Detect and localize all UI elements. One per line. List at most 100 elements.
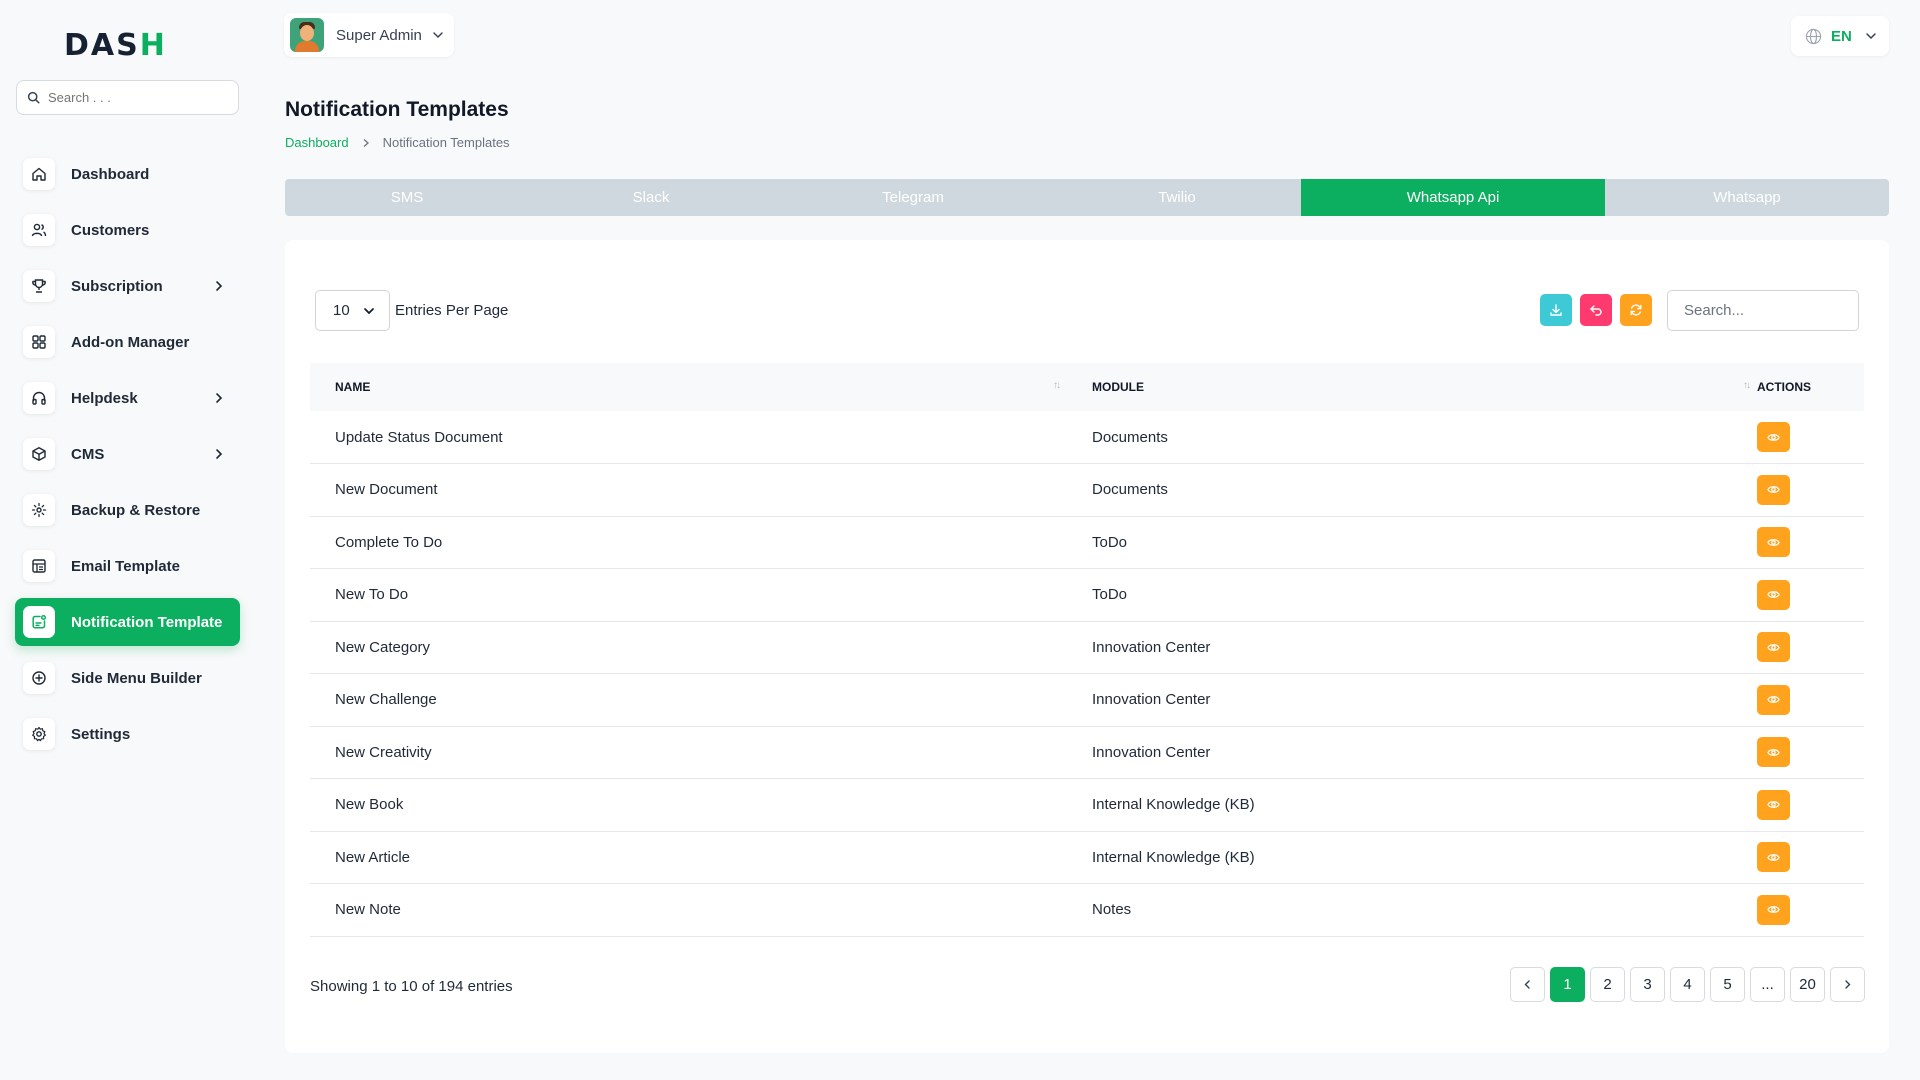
column-header-actions: ACTIONS [1757,380,1811,394]
sidebar-item-notification-template[interactable]: Notification Template [15,598,240,646]
sidebar-item-subscription[interactable]: Subscription [15,262,240,310]
row-name: New Article [335,848,411,866]
row-actions [1757,779,1864,832]
breadcrumb-current: Notification Templates [382,135,510,150]
brand-logo[interactable]: DASH [64,28,167,63]
undo-icon [1590,305,1602,316]
page-button[interactable]: 5 [1710,967,1745,1002]
column-header-name[interactable]: NAME ↑↓ [310,363,1067,411]
table-search-input[interactable] [1667,290,1859,331]
language-selector[interactable]: EN [1791,16,1889,56]
breadcrumb-dashboard-link[interactable]: Dashboard [285,135,349,150]
row-actions [1757,411,1864,464]
sidebar-search-input[interactable] [48,90,218,105]
trophy-icon [23,270,55,302]
view-button[interactable] [1757,684,1790,715]
row-module: Innovation Center [1092,743,1211,761]
row-actions [1757,621,1864,674]
sidebar-search[interactable] [16,80,239,115]
row-name: New Document [335,481,438,499]
row-actions [1757,674,1864,727]
sidebar-item-side-menu-builder[interactable]: Side Menu Builder [15,654,240,702]
table-row: New Document Documents [310,464,1864,516]
chevron-down-icon [1866,33,1876,40]
sidebar-item-label: CMS [71,445,105,463]
templates-card: 10 Entries Per Page NAME↑↓ MODULE↑↓ ACTI… [285,240,1889,1053]
notification-icon [23,606,55,638]
pagination: 1 2 3 4 5... 20 [1510,967,1865,1002]
row-name: New Category [335,638,431,656]
view-button[interactable] [1757,474,1790,505]
row-actions [1757,569,1864,622]
page-button[interactable]: 2 [1590,967,1625,1002]
row-actions [1757,884,1864,937]
tab-slack[interactable]: Slack [529,179,773,216]
chevron-right-icon [216,281,223,291]
sidebar-item-label: Add-on Manager [71,333,190,351]
view-button[interactable] [1757,632,1790,663]
user-menu[interactable]: Super Admin [284,13,454,57]
view-button[interactable] [1757,527,1790,558]
export-button[interactable] [1540,294,1572,326]
page-button[interactable]: 1 [1550,967,1585,1002]
row-module: ToDo [1092,533,1128,551]
row-name: New Challenge [335,691,437,709]
tab-whatsapp-api[interactable]: Whatsapp Api [1301,179,1605,216]
sidebar-item-label: Side Menu Builder [71,669,202,687]
sidebar-item-email-template[interactable]: Email Template [15,542,240,590]
eye-icon [1767,591,1780,599]
view-button[interactable] [1757,789,1790,820]
eye-icon [1767,538,1780,546]
eye-icon [1767,748,1780,756]
chevron-down-icon [433,32,443,39]
row-module: Internal Knowledge (KB) [1092,796,1255,814]
download-icon [1550,304,1562,316]
search-icon [27,91,40,104]
chevron-left-icon [1524,980,1530,989]
sidebar-item-add-on-manager[interactable]: Add-on Manager [15,318,240,366]
row-module: Documents [1092,428,1168,446]
prev-page-button[interactable] [1510,967,1545,1002]
tab-twilio[interactable]: Twilio [1053,179,1301,216]
entries-per-page-select[interactable]: 10 [315,290,390,331]
eye-icon [1767,801,1780,809]
plus-circle-icon [23,662,55,694]
sidebar-item-backup-restore[interactable]: Backup & Restore [15,486,240,534]
sort-icon: ↑↓ [1053,380,1061,391]
row-actions [1757,831,1864,884]
sidebar-item-dashboard[interactable]: Dashboard [15,150,240,198]
sidebar-item-label: Subscription [71,277,163,295]
package-icon [23,438,55,470]
sidebar-item-customers[interactable]: Customers [15,206,240,254]
sidebar-item-cms[interactable]: CMS [15,430,240,478]
sidebar-item-settings[interactable]: Settings [15,710,240,758]
view-button[interactable] [1757,422,1790,452]
tab-telegram[interactable]: Telegram [773,179,1053,216]
row-module: Internal Knowledge (KB) [1092,848,1255,866]
refresh-button[interactable] [1620,294,1652,326]
chevron-right-icon [216,393,223,403]
tab-sms[interactable]: SMS [285,179,529,216]
eye-icon [1767,433,1780,441]
view-button[interactable] [1757,842,1790,873]
next-page-button[interactable] [1830,967,1865,1002]
home-icon [23,158,55,190]
view-button[interactable] [1757,737,1790,768]
page-button[interactable]: 3 [1630,967,1665,1002]
view-button[interactable] [1757,894,1790,925]
refresh-icon [1630,304,1642,316]
tab-whatsapp[interactable]: Whatsapp [1605,179,1889,216]
column-header-module[interactable]: MODULE ↑↓ [1067,363,1757,411]
view-button[interactable] [1757,579,1790,610]
row-name: New Note [335,901,401,919]
reset-button[interactable] [1580,294,1612,326]
page-button[interactable]: 20 [1790,967,1825,1002]
table-row: New Category Innovation Center [310,621,1864,674]
row-module: ToDo [1092,586,1128,604]
row-module: Documents [1092,481,1168,499]
globe-icon [1805,28,1822,44]
sidebar-item-label: Dashboard [71,165,150,183]
sidebar-item-label: Backup & Restore [71,501,201,519]
sidebar-item-helpdesk[interactable]: Helpdesk [15,374,240,422]
page-button[interactable]: 4 [1670,967,1705,1002]
